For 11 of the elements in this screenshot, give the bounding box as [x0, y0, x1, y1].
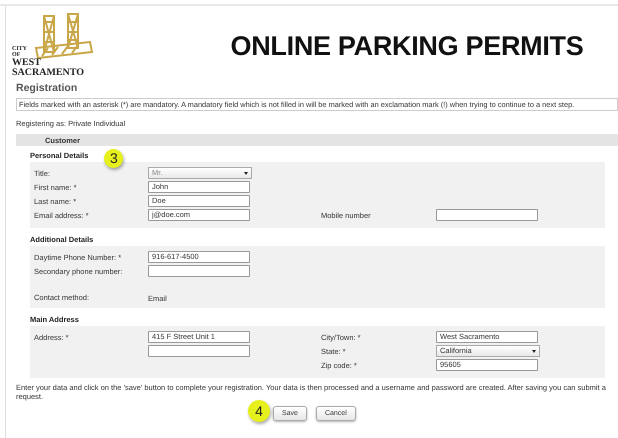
- input-field[interactable]: [148, 265, 250, 277]
- step-badge: 3: [104, 148, 124, 168]
- logo-text: SACRAMENTO: [12, 68, 84, 77]
- caret-icon: [532, 350, 536, 352]
- input-field[interactable]: [436, 209, 538, 221]
- logo-text: WEST: [12, 58, 42, 68]
- caret-icon: [244, 172, 248, 174]
- page-banner-title: ONLINE PARKING PERMITS: [230, 30, 584, 62]
- step-badge: 4: [248, 400, 270, 422]
- page-title: Registration: [16, 82, 78, 94]
- input-field[interactable]: [148, 345, 250, 357]
